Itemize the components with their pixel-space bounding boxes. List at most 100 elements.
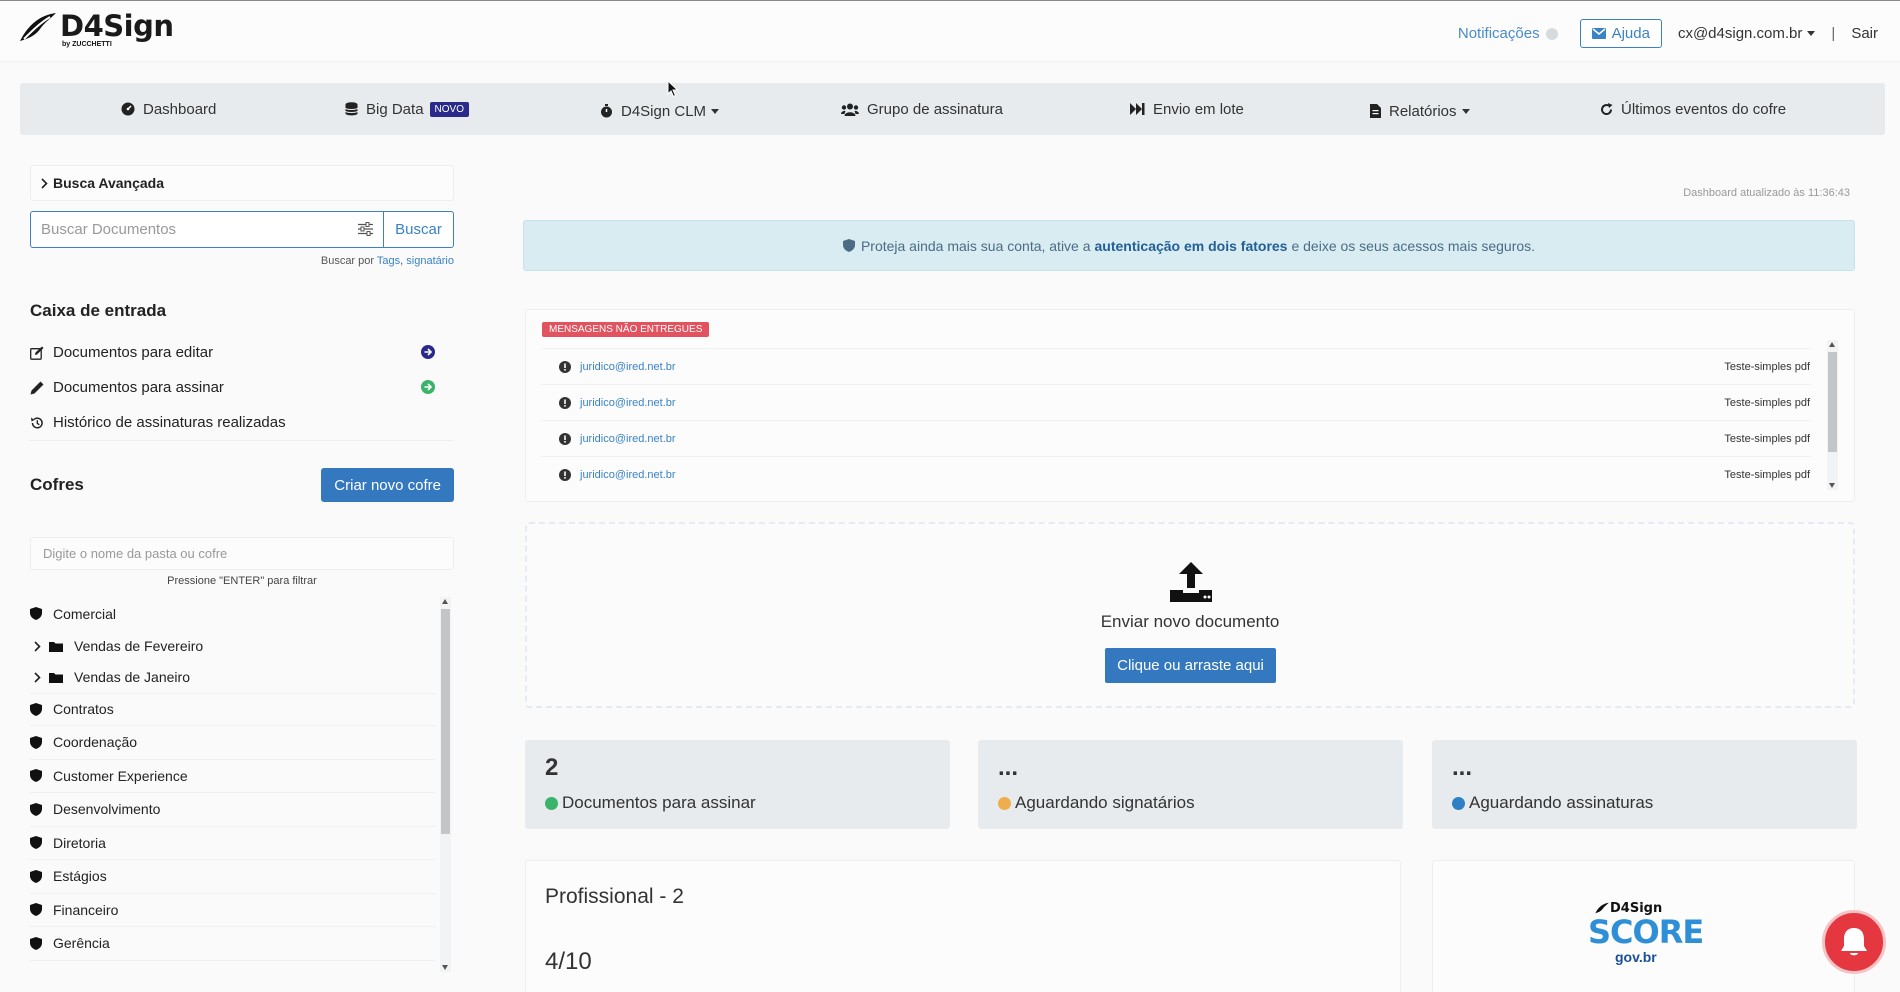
vault-item[interactable]: Desenvolvimento	[30, 793, 436, 827]
vault-label: Customer Experience	[53, 767, 188, 784]
nav-dashboard[interactable]: Dashboard	[121, 83, 216, 135]
two-factor-link[interactable]: autenticação em dois fatores	[1095, 238, 1288, 254]
undelivered-scrollbar[interactable]	[1827, 340, 1838, 490]
d4sign-logo[interactable]: D4Sign by ZUCCHETTI	[18, 11, 174, 48]
mouse-cursor-icon	[667, 80, 679, 98]
shield-icon	[30, 903, 42, 917]
arrow-circle-right-icon[interactable]	[421, 345, 435, 359]
score-logo-main: SCORE	[1588, 913, 1704, 951]
inbox-item-history[interactable]: Histórico de assinaturas realizadas	[30, 405, 454, 440]
inbox-item-edit[interactable]: Documentos para editar	[30, 335, 454, 370]
inbox-item-sign[interactable]: Documentos para assinar	[30, 370, 454, 405]
vaults-header: Cofres Criar novo cofre	[30, 468, 454, 509]
undelivered-email[interactable]: juridico@ired.net.br	[580, 361, 676, 373]
nav-reports[interactable]: Relatórios	[1370, 85, 1470, 137]
arrow-circle-right-icon[interactable]	[421, 380, 435, 394]
undelivered-row[interactable]: juridico@ired.net.br Teste-simples pdf	[542, 456, 1810, 492]
undelivered-email[interactable]: juridico@ired.net.br	[580, 397, 676, 409]
scroll-down-icon[interactable]	[442, 965, 448, 970]
undelivered-email[interactable]: juridico@ired.net.br	[580, 469, 676, 481]
logo-leaf-icon	[20, 13, 56, 41]
scroll-up-icon[interactable]	[442, 599, 448, 604]
stat-card-awaiting-signers[interactable]: ... Aguardando signatários	[978, 740, 1403, 829]
vault-item[interactable]: Customer Experience	[30, 760, 436, 793]
folder-label: Vendas de Janeiro	[74, 669, 190, 685]
shield-icon	[30, 936, 42, 950]
undelivered-row[interactable]: juridico@ired.net.br Teste-simples pdf	[542, 384, 1810, 420]
status-dot	[545, 796, 558, 810]
score-card[interactable]: D4Sign SCORE gov.br	[1432, 860, 1855, 992]
search-hint-prefix: Buscar por	[320, 255, 375, 267]
create-vault-button[interactable]: Criar novo cofre	[321, 468, 454, 502]
stat-label: Documentos para assinar	[545, 793, 756, 813]
shield-icon	[842, 239, 855, 252]
stat-value: 2	[545, 754, 559, 781]
help-button[interactable]: Ajuda	[1579, 19, 1662, 48]
top-nav: Notificações Ajuda cx@d4sign.com.br | Sa…	[1458, 19, 1878, 48]
inbox-item-label: Documentos para assinar	[53, 379, 224, 396]
nav-signature-group[interactable]: Grupo de assinatura	[841, 83, 1003, 135]
nav-label: Dashboard	[143, 100, 217, 118]
search-by-signer-link[interactable]: signatário	[406, 255, 454, 267]
nav-vault-events[interactable]: Últimos eventos do cofre	[1600, 83, 1786, 135]
logout-link[interactable]: Sair	[1851, 25, 1878, 42]
scrollbar-thumb[interactable]	[1828, 352, 1837, 452]
vault-item[interactable]: Financeiro	[30, 894, 436, 927]
chevron-right-icon[interactable]	[34, 640, 41, 652]
stat-card-awaiting-signatures[interactable]: ... Aguardando assinaturas	[1432, 740, 1857, 829]
upload-title: Enviar novo documento	[1100, 612, 1280, 631]
stat-card-to-sign[interactable]: 2 Documentos para assinar	[525, 740, 950, 829]
folder-label: Vendas de Fevereiro	[74, 638, 204, 654]
undelivered-row[interactable]: juridico@ired.net.br Teste-simples pdf	[542, 420, 1810, 456]
undelivered-email[interactable]: juridico@ired.net.br	[580, 433, 676, 445]
shield-icon	[30, 836, 42, 850]
scroll-up-icon[interactable]	[1829, 342, 1835, 347]
new-badge: NOVO	[429, 101, 469, 117]
chevron-right-icon[interactable]	[34, 671, 41, 683]
nav-batch-send[interactable]: Envio em lote	[1130, 83, 1244, 135]
user-menu[interactable]: cx@d4sign.com.br	[1678, 25, 1816, 42]
undelivered-row[interactable]: juridico@ired.net.br Teste-simples pdf	[542, 348, 1810, 384]
nav-big-data[interactable]: Big Data NOVO	[345, 83, 469, 135]
score-logo-gov: gov.br	[1615, 949, 1657, 965]
scrollbar-thumb[interactable]	[441, 609, 450, 834]
chat-support-button[interactable]	[1822, 910, 1886, 974]
status-dot	[998, 796, 1011, 810]
search-button[interactable]: Buscar	[383, 211, 454, 248]
upload-dropzone[interactable]: Enviar novo documento Clique ou arraste …	[525, 522, 1855, 708]
notifications-link[interactable]: Notificações	[1458, 25, 1558, 42]
vault-item[interactable]: Contratos	[30, 692, 436, 726]
exclamation-circle-icon	[559, 396, 571, 409]
folder-filter-input[interactable]: Digite o nome da pasta ou cofre	[30, 537, 454, 570]
search-by-tags-link[interactable]: Tags	[377, 255, 400, 267]
folder-item[interactable]: Vendas de Fevereiro	[30, 631, 436, 662]
alert-text-after: e deixe os seus acessos mais seguros.	[1291, 237, 1536, 254]
vault-item[interactable]: Diretoria	[30, 827, 436, 860]
shield-icon	[30, 607, 42, 621]
folder-item[interactable]: Vendas de Janeiro	[30, 662, 436, 693]
stopwatch-icon	[601, 104, 612, 118]
help-label: Ajuda	[1611, 25, 1650, 42]
vaults-title: Cofres	[30, 475, 84, 494]
stat-label: Aguardando signatários	[998, 793, 1195, 813]
vault-item[interactable]: Coordenação	[30, 726, 436, 760]
filter-hint: Pressione "ENTER" para filtrar	[167, 575, 317, 587]
vault-item[interactable]: Gerência	[30, 927, 436, 961]
plan-title: Profissional - 2	[545, 885, 684, 908]
refresh-icon	[1601, 102, 1613, 115]
vault-list-scrollbar[interactable]	[440, 597, 451, 972]
chevron-right-icon	[41, 177, 48, 189]
search-input[interactable]: Buscar Documentos	[30, 211, 383, 248]
sliders-icon[interactable]	[358, 222, 373, 236]
stat-value: ...	[1452, 754, 1473, 781]
search-row: Buscar Documentos Buscar	[30, 211, 454, 248]
vault-item[interactable]: Estágios	[30, 860, 436, 894]
users-icon	[841, 103, 859, 116]
fast-forward-icon	[1130, 103, 1145, 115]
scroll-down-icon[interactable]	[1829, 483, 1835, 488]
advanced-search-toggle[interactable]: Busca Avançada	[30, 165, 454, 201]
nav-d4sign-clm[interactable]: D4Sign CLM	[600, 85, 720, 137]
upload-button[interactable]: Clique ou arraste aqui	[1105, 648, 1276, 683]
vault-item[interactable]: Comercial	[30, 597, 436, 631]
stat-label-text: Aguardando signatários	[1015, 793, 1195, 812]
